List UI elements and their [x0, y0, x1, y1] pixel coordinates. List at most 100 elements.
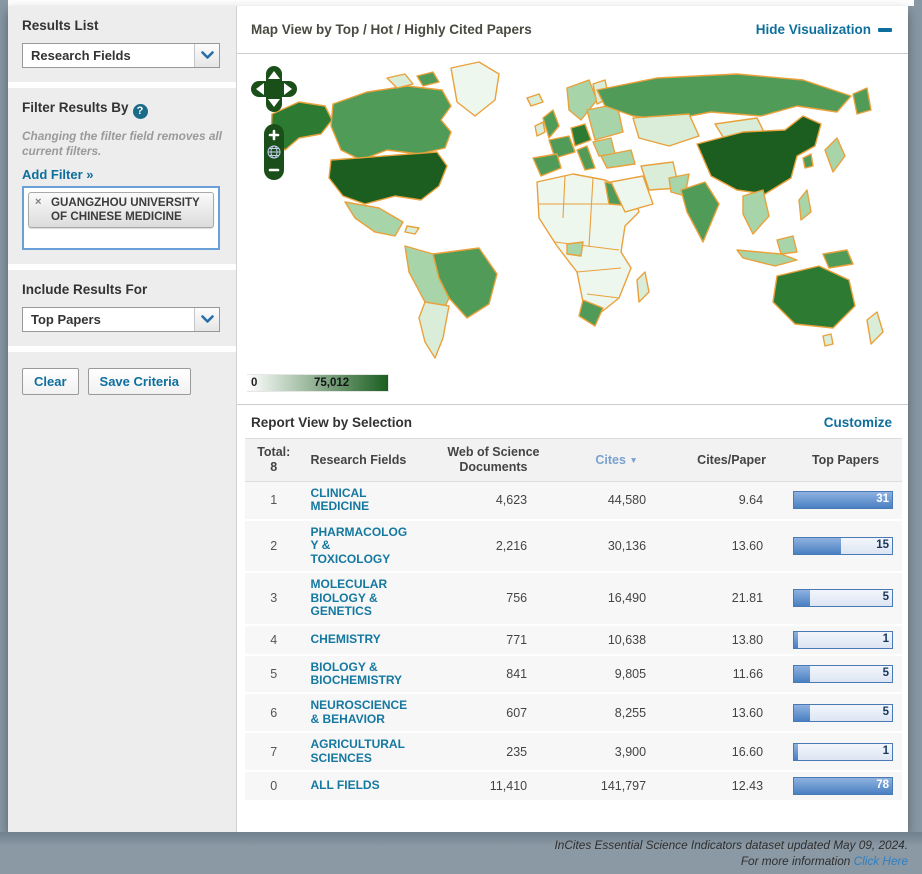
bar-value-label: 5	[882, 666, 890, 679]
top-papers-cell: 5	[789, 693, 902, 734]
add-filter-link[interactable]: Add Filter »	[22, 167, 94, 182]
field-cell: MOLECULAR BIOLOGY & GENETICS	[302, 572, 428, 626]
field-cell: NEUROSCIENCE & BEHAVIOR	[302, 693, 428, 734]
top-papers-bar[interactable]: 5	[793, 703, 894, 722]
rank-cell: 0	[245, 771, 303, 803]
table-row: 5 BIOLOGY & BIOCHEMISTRY 841 9,805 11.66…	[245, 654, 902, 695]
col-header-wos-documents: Web of Science Documents	[427, 438, 560, 482]
table-row: 4 CHEMISTRY 771 10,638 13.80 1	[245, 624, 902, 656]
research-field-link[interactable]: BIOLOGY & BIOCHEMISTRY	[310, 660, 408, 688]
map-zoom-control[interactable]	[264, 124, 284, 180]
research-field-link[interactable]: CLINICAL MEDICINE	[310, 486, 408, 514]
filter-chip: × GUANGZHOU UNIVERSITY OF CHINESE MEDICI…	[28, 192, 214, 228]
results-list-select[interactable]: Research Fields	[22, 43, 220, 68]
world-choropleth-map[interactable]	[237, 54, 908, 372]
field-cell: AGRICULTURAL SCIENCES	[302, 732, 428, 773]
cites-cell: 141,797	[559, 771, 675, 803]
field-cell: CHEMISTRY	[302, 624, 428, 656]
collapse-minus-icon	[878, 27, 892, 32]
rank-cell: 3	[245, 572, 303, 626]
actions-section: Clear Save Criteria	[8, 352, 236, 832]
top-papers-bar[interactable]: 15	[793, 537, 894, 556]
country-italy	[576, 145, 596, 171]
top-papers-cell: 5	[789, 572, 902, 626]
hide-visualization-link[interactable]: Hide Visualization	[756, 22, 892, 37]
col-header-research-fields: Research Fields	[302, 438, 428, 482]
sort-descending-icon: ▼	[629, 454, 638, 465]
country-south-korea	[802, 153, 814, 169]
map-pan-control[interactable]	[251, 66, 297, 112]
cites-cell: 8,255	[559, 693, 675, 734]
country-spain	[532, 153, 562, 177]
research-field-link[interactable]: ALL FIELDS	[310, 778, 408, 792]
save-criteria-button[interactable]: Save Criteria	[87, 368, 192, 396]
docs-cell: 11,410	[427, 771, 560, 803]
top-papers-cell: 5	[789, 654, 902, 695]
bar-value-label: 1	[882, 632, 890, 645]
country-kazakhstan	[632, 113, 700, 147]
rank-cell: 5	[245, 654, 303, 695]
cites-per-paper-cell: 16.60	[674, 732, 790, 773]
research-field-link[interactable]: AGRICULTURAL SCIENCES	[310, 738, 408, 765]
remove-chip-icon[interactable]: ×	[35, 196, 41, 208]
report-view-title: Report View by Selection	[251, 415, 413, 430]
click-here-link[interactable]: Click Here	[854, 854, 908, 868]
top-papers-bar[interactable]: 78	[793, 777, 894, 796]
table-row: 0 ALL FIELDS 11,410 141,797 12.43 78	[245, 771, 902, 803]
research-field-link[interactable]: MOLECULAR BIOLOGY & GENETICS	[310, 577, 408, 618]
map-area	[237, 54, 908, 372]
top-papers-bar[interactable]: 5	[793, 664, 894, 683]
legend-min-value: 0	[251, 377, 258, 389]
bar-fill	[794, 743, 798, 760]
top-papers-bar[interactable]: 5	[793, 589, 894, 608]
research-field-link[interactable]: NEUROSCIENCE & BEHAVIOR	[310, 699, 408, 726]
map-header: Map View by Top / Hot / Highly Cited Pap…	[237, 6, 908, 54]
filter-chip-label: GUANGZHOU UNIVERSITY OF CHINESE MEDICINE	[51, 196, 200, 224]
report-table: Total: 8 Research Fields Web of Science D…	[245, 438, 902, 803]
customize-link[interactable]: Customize	[824, 415, 892, 430]
cites-cell: 9,805	[559, 654, 675, 695]
top-papers-bar[interactable]: 1	[793, 630, 894, 649]
clear-button[interactable]: Clear	[22, 368, 79, 396]
country-new-guinea	[822, 249, 854, 269]
map-view-title: Map View by Top / Hot / Highly Cited Pap…	[251, 22, 532, 37]
col-header-cites[interactable]: Cites ▼	[559, 438, 675, 482]
footer-line1: InCites Essential Science Indicators dat…	[554, 838, 908, 852]
cites-per-paper-cell: 13.60	[674, 519, 790, 574]
results-list-heading: Results List	[22, 18, 99, 33]
docs-cell: 841	[427, 654, 560, 695]
include-results-select[interactable]: Top Papers	[22, 307, 220, 333]
col-header-top-papers: Top Papers	[789, 438, 902, 482]
bar-value-label: 15	[876, 539, 890, 552]
bar-value-label: 78	[876, 779, 890, 792]
chevron-down-icon[interactable]	[194, 308, 219, 332]
country-russia	[596, 73, 852, 121]
esi-page: Results List Research Fields Filter Resu…	[0, 0, 922, 874]
research-field-link[interactable]: PHARMACOLOGY & TOXICOLOGY	[310, 525, 408, 566]
docs-cell: 235	[427, 732, 560, 773]
field-cell: BIOLOGY & BIOCHEMISTRY	[302, 654, 428, 695]
footer-line2: For more information Click Here	[740, 853, 908, 868]
top-papers-cell: 1	[789, 732, 902, 773]
table-header-row: Total: 8 Research Fields Web of Science D…	[245, 438, 902, 482]
country-iceland	[526, 93, 544, 107]
legend-max-value: 75,012	[314, 377, 350, 389]
filter-box[interactable]: × GUANGZHOU UNIVERSITY OF CHINESE MEDICI…	[22, 186, 220, 251]
rank-cell: 1	[245, 481, 303, 521]
bar-value-label: 31	[876, 493, 890, 506]
report-header: Report View by Selection Customize	[237, 405, 908, 438]
table-row: 7 AGRICULTURAL SCIENCES 235 3,900 16.60 …	[245, 732, 902, 773]
research-field-link[interactable]: CHEMISTRY	[310, 632, 408, 646]
table-row: 2 PHARMACOLOGY & TOXICOLOGY 2,216 30,136…	[245, 519, 902, 574]
docs-cell: 2,216	[427, 519, 560, 574]
region-indochina	[742, 189, 770, 235]
sidebar: Results List Research Fields Filter Resu…	[8, 6, 236, 832]
country-usa	[328, 151, 448, 205]
country-philippines	[798, 189, 812, 221]
bar-value-label: 1	[882, 744, 890, 757]
top-papers-cell: 15	[789, 519, 902, 574]
chevron-down-icon[interactable]	[194, 44, 219, 67]
top-papers-bar[interactable]: 1	[793, 742, 894, 761]
help-icon[interactable]: ?	[132, 103, 148, 119]
top-papers-bar[interactable]: 31	[793, 491, 894, 510]
